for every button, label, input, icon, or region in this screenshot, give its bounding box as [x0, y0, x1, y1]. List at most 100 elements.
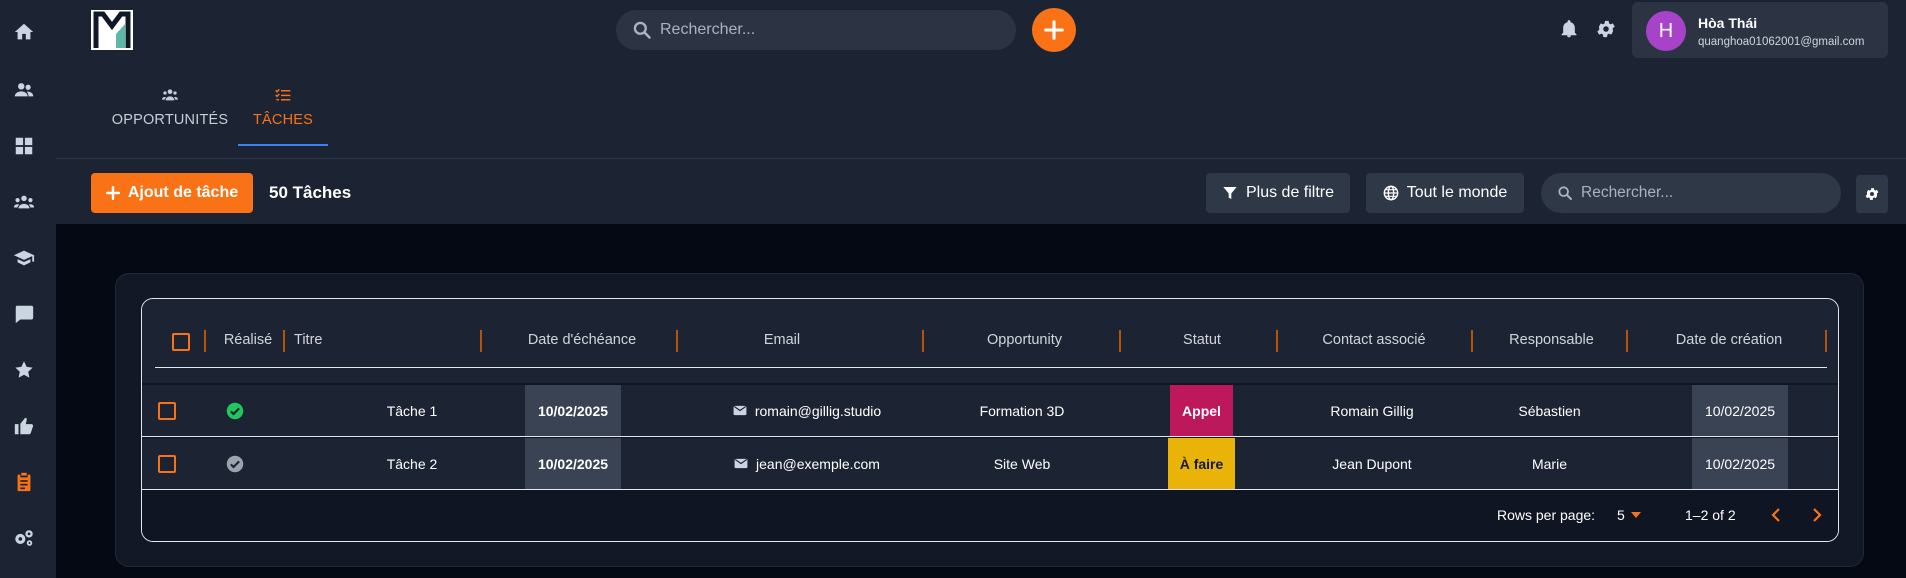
associated-contact: Jean Dupont — [1332, 455, 1412, 472]
avatar[interactable]: H — [1646, 11, 1686, 51]
tab-label: OPPORTUNITÉS — [111, 112, 229, 128]
user-email: quanghoa01062001@gmail.com — [1698, 36, 1865, 48]
associated-contact: Romain Gillig — [1330, 402, 1414, 419]
mail-icon — [734, 458, 748, 469]
owner: Marie — [1531, 455, 1567, 472]
filter-icon — [1222, 185, 1238, 201]
settings-group-icon[interactable] — [12, 526, 36, 550]
sidebar — [0, 0, 56, 578]
creation-date: 10/02/2025 — [1692, 385, 1788, 436]
contacts-icon[interactable] — [12, 78, 36, 102]
table-panel: Réalisé Titre Date d'échéance Email Oppo… — [115, 273, 1864, 567]
notification-bell-icon[interactable] — [1559, 18, 1579, 40]
column-header-date-echeance[interactable]: Date d'échéance — [487, 332, 677, 348]
plus-icon — [105, 186, 120, 200]
filter-label: Plus de filtre — [1245, 184, 1335, 201]
logo[interactable] — [91, 10, 133, 50]
due-date: 10/02/2025 — [525, 385, 621, 436]
clipboard-icon[interactable] — [12, 470, 36, 494]
thumb-up-icon[interactable] — [12, 414, 36, 438]
more-filters-button[interactable]: Plus de filtre — [1206, 173, 1350, 213]
search-icon — [1557, 185, 1573, 201]
not-done-check-icon[interactable] — [220, 438, 250, 489]
header-divider — [155, 367, 1827, 368]
creation-date: 10/02/2025 — [1692, 438, 1788, 489]
row-checkbox[interactable] — [158, 455, 176, 473]
column-header-email[interactable]: Email — [682, 332, 882, 348]
task-title[interactable]: Tâche 1 — [337, 385, 487, 436]
column-separator — [676, 330, 678, 352]
column-separator — [283, 330, 285, 352]
tab-taches[interactable]: TÂCHES — [238, 88, 328, 146]
user-profile-card[interactable]: H Hòa Thái quanghoa01062001@gmail.com — [1632, 2, 1888, 58]
task-search-bar[interactable] — [1541, 173, 1841, 213]
home-icon[interactable] — [12, 20, 36, 44]
column-separator — [1276, 330, 1278, 352]
task-count: 50 Tâches — [269, 183, 352, 202]
status-badge[interactable]: À faire — [1168, 438, 1235, 489]
rows-per-page-select[interactable]: 5 — [1617, 507, 1641, 523]
opportunity: Formation 3D — [979, 402, 1065, 419]
star-icon[interactable] — [12, 358, 36, 382]
caret-down-icon — [1630, 512, 1641, 518]
column-separator — [1119, 330, 1121, 352]
email-cell[interactable]: romain@gillig.studio — [697, 385, 917, 436]
task-search-input[interactable] — [1581, 184, 1831, 202]
task-toolbar: Ajout de tâche 50 Tâches Plus de filtre … — [56, 158, 1906, 224]
rows-per-page-value: 5 — [1617, 507, 1625, 523]
people-icon — [162, 88, 178, 102]
table-row[interactable]: Tâche 1 10/02/2025 romain@gillig.studio … — [142, 385, 1838, 437]
everyone-label: Tout le monde — [1406, 184, 1508, 201]
column-header-responsable[interactable]: Responsable — [1474, 332, 1629, 348]
email-text: romain@gillig.studio — [754, 402, 882, 419]
table-settings-button[interactable] — [1856, 175, 1888, 213]
previous-page-chevron-icon[interactable] — [1770, 506, 1782, 524]
school-icon[interactable] — [12, 246, 36, 270]
column-header-opportunity[interactable]: Opportunity — [927, 332, 1122, 348]
global-search-bar[interactable] — [616, 10, 1016, 50]
email-text: jean@exemple.com — [756, 455, 880, 472]
task-list-icon — [275, 88, 291, 102]
groups-icon[interactable] — [12, 190, 36, 214]
gear-icon — [1864, 186, 1880, 202]
next-page-chevron-icon[interactable] — [1811, 506, 1823, 524]
column-separator — [922, 330, 924, 352]
plus-icon — [1043, 19, 1065, 41]
tab-opportunites[interactable]: OPPORTUNITÉS — [106, 88, 234, 146]
pagination-range: 1–2 of 2 — [1685, 507, 1736, 523]
done-check-icon[interactable] — [220, 385, 250, 436]
settings-gear-icon[interactable] — [1595, 18, 1617, 40]
row-checkbox[interactable] — [158, 402, 176, 420]
globe-icon — [1383, 185, 1399, 201]
search-icon — [632, 20, 652, 40]
dashboard-icon[interactable] — [12, 134, 36, 158]
column-header-realise[interactable]: Réalisé — [208, 332, 288, 348]
column-separator — [1825, 330, 1827, 352]
everyone-button[interactable]: Tout le monde — [1366, 173, 1524, 213]
add-task-button[interactable]: Ajout de tâche — [91, 173, 253, 213]
email-cell[interactable]: jean@exemple.com — [697, 438, 917, 489]
mail-icon — [733, 405, 747, 416]
global-search-input[interactable] — [660, 21, 990, 39]
task-title[interactable]: Tâche 2 — [337, 438, 487, 489]
tab-label: TÂCHES — [252, 112, 313, 128]
table-row[interactable]: Tâche 2 10/02/2025 jean@exemple.com Site… — [142, 438, 1838, 490]
rows-per-page-label: Rows per page: — [1497, 507, 1596, 523]
opportunity: Site Web — [993, 455, 1051, 472]
status-badge[interactable]: Appel — [1170, 385, 1233, 436]
column-header-titre[interactable]: Titre — [294, 332, 334, 348]
column-header-date-creation[interactable]: Date de création — [1629, 332, 1829, 348]
quick-add-button[interactable] — [1032, 8, 1076, 52]
due-date: 10/02/2025 — [525, 438, 621, 489]
select-all-checkbox[interactable] — [172, 333, 190, 351]
top-bar: H Hòa Thái quanghoa01062001@gmail.com OP… — [56, 0, 1906, 158]
column-header-statut[interactable]: Statut — [1122, 332, 1282, 348]
tasks-table: Réalisé Titre Date d'échéance Email Oppo… — [141, 298, 1839, 542]
user-name: Hòa Thái — [1698, 15, 1758, 31]
table-header: Réalisé Titre Date d'échéance Email Oppo… — [142, 299, 1838, 383]
column-separator — [480, 330, 482, 352]
column-separator — [1471, 330, 1473, 352]
chat-icon[interactable] — [12, 302, 36, 326]
column-header-contact[interactable]: Contact associé — [1279, 332, 1469, 348]
column-separator — [1626, 330, 1628, 352]
